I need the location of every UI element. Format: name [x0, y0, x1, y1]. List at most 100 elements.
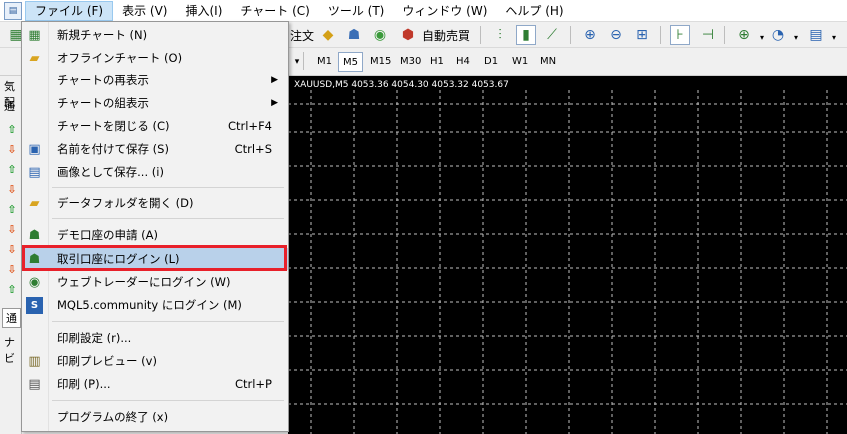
menu-item-label: 印刷プレビュー (v) — [57, 354, 157, 368]
autotrade-icon[interactable]: ⬢ — [398, 25, 418, 45]
arrow-down-icon: ⇩ — [7, 263, 17, 276]
menu-item-print[interactable]: ▤ 印刷 (P)... Ctrl+P — [22, 373, 288, 395]
menu-view[interactable]: 表示 (V) — [113, 1, 176, 21]
chart-window[interactable]: XAUUSD,M5 4053.36 4054.30 4053.32 4053.6… — [288, 76, 847, 434]
menu-item-label: チャートの組表示 — [57, 96, 149, 110]
menu-item-label: オフラインチャート (O) — [57, 51, 183, 65]
timeframe-h4[interactable]: H4 — [452, 52, 474, 72]
menu-item-shortcut: Ctrl+S — [234, 142, 272, 156]
timeframe-m15[interactable]: M15 — [366, 52, 395, 72]
menu-item-new-chart[interactable]: ▦ 新規チャート (N) — [22, 24, 288, 46]
menu-item-print-preview[interactable]: ▥ 印刷プレビュー (v) — [22, 350, 288, 372]
menu-item-label: 画像として保存... (i) — [57, 165, 164, 179]
autotrade-button-label[interactable]: 自動売買 — [422, 27, 470, 44]
arrow-down-icon: ⇩ — [7, 223, 17, 236]
timeframe-mn[interactable]: MN — [536, 52, 560, 72]
line-chart-icon[interactable]: ⟋ — [542, 25, 562, 45]
save-icon: ▣ — [28, 142, 41, 157]
new-chart-icon: ▦ — [28, 28, 41, 43]
arrow-down-icon: ⇩ — [7, 143, 17, 156]
file-menu-dropdown: ▦ 新規チャート (N) ▰ オフラインチャート (O) チャートの再表示 ▶ … — [21, 21, 289, 432]
tab-symbols[interactable]: 通 — [2, 308, 21, 328]
navigator-title: ナビ — [4, 336, 15, 365]
arrow-down-icon: ⇩ — [7, 243, 17, 256]
menu-window[interactable]: ウィンドウ (W) — [393, 1, 496, 21]
print-preview-icon: ▥ — [28, 354, 41, 369]
clock-icon[interactable]: ◔ — [768, 25, 788, 45]
candlestick-icon[interactable]: ▮ — [516, 25, 536, 45]
menu-separator — [52, 187, 284, 188]
submenu-arrow-icon: ▶ — [271, 75, 278, 85]
app-icon[interactable]: ▤ — [4, 1, 22, 20]
menu-item-shortcut: Ctrl+F4 — [227, 119, 272, 133]
menu-item-label: チャートを閉じる (C) — [57, 119, 170, 133]
timeframe-m1[interactable]: M1 — [313, 52, 336, 72]
menu-item-label: データフォルダを開く (D) — [57, 196, 194, 210]
market-watch-panel: 気配 通 ⇧ ⇩ ⇧ ⇩ ⇧ ⇩ ⇩ ⇩ ⇧ 通 ナビ — [0, 76, 22, 434]
menu-tools[interactable]: ツール (T) — [319, 1, 394, 21]
submenu-arrow-icon: ▶ — [271, 98, 278, 108]
menu-item-login-webtrader[interactable]: ◉ ウェブトレーダーにログイン (W) — [22, 271, 288, 293]
menu-separator — [52, 321, 284, 322]
menu-item-reopen-chart[interactable]: チャートの再表示 ▶ — [22, 69, 288, 91]
menu-item-login-trading-account[interactable]: ☗ 取引口座にログイン (L) — [22, 248, 288, 270]
menu-item-label: ウェブトレーダーにログイン (W) — [57, 275, 231, 289]
menu-chart[interactable]: チャート (C) — [231, 1, 318, 21]
menu-item-open-data-folder[interactable]: ▰ データフォルダを開く (D) — [22, 192, 288, 214]
zoom-out-icon[interactable]: ⊖ — [606, 25, 626, 45]
person-icon[interactable]: ☗ — [344, 25, 364, 45]
menu-item-chart-set[interactable]: チャートの組表示 ▶ — [22, 92, 288, 114]
signal-icon[interactable]: ◉ — [370, 25, 390, 45]
menu-item-label: デモ口座の申請 (A) — [57, 228, 158, 242]
tag-icon[interactable]: ◆ — [318, 25, 338, 45]
chart-shift-icon[interactable]: ⊣ — [698, 25, 718, 45]
menu-item-close-chart[interactable]: チャートを閉じる (C) Ctrl+F4 — [22, 115, 288, 137]
arrow-up-icon: ⇧ — [7, 163, 17, 176]
menu-item-save-as[interactable]: ▣ 名前を付けて保存 (S) Ctrl+S — [22, 138, 288, 160]
menu-item-label: MQL5.community にログイン (M) — [57, 298, 242, 312]
menu-item-demo-account[interactable]: ☗ デモ口座の申請 (A) — [22, 224, 288, 246]
autoscroll-icon[interactable]: ⊦ — [670, 25, 690, 45]
arrow-up-icon: ⇧ — [7, 203, 17, 216]
menu-item-label: 新規チャート (N) — [57, 28, 148, 42]
menu-item-label: 取引口座にログイン (L) — [57, 252, 180, 266]
folder-open-icon: ▰ — [29, 51, 40, 66]
menu-item-offline-chart[interactable]: ▰ オフラインチャート (O) — [22, 47, 288, 69]
menu-item-shortcut: Ctrl+P — [234, 377, 272, 391]
print-icon: ▤ — [28, 377, 41, 392]
demo-account-icon: ☗ — [28, 228, 41, 243]
chart-symbol-header: XAUUSD,M5 4053.36 4054.30 4053.32 4053.6… — [294, 80, 509, 90]
menu-item-login-mql5[interactable]: S MQL5.community にログイン (M) — [22, 294, 288, 316]
chevron-down-icon[interactable]: ▾ — [824, 27, 844, 47]
menu-item-label: チャートの再表示 — [57, 73, 149, 87]
timeframe-m5[interactable]: M5 — [338, 52, 363, 72]
arrow-down-icon: ⇩ — [7, 183, 17, 196]
timeframe-m30[interactable]: M30 — [396, 52, 425, 72]
timeframe-d1[interactable]: D1 — [480, 52, 502, 72]
timeframe-w1[interactable]: W1 — [508, 52, 532, 72]
order-button-label[interactable]: 注文 — [290, 27, 314, 44]
webtrader-icon: ◉ — [28, 275, 41, 290]
menu-help[interactable]: ヘルプ (H) — [496, 1, 572, 21]
arrow-up-icon: ⇧ — [7, 283, 17, 296]
menu-separator — [52, 400, 284, 401]
chart-grid — [288, 90, 847, 434]
tile-windows-icon[interactable]: ⊞ — [632, 25, 652, 45]
menu-item-exit[interactable]: プログラムの終了 (x) — [22, 406, 288, 428]
chevron-down-icon[interactable]: ▾ — [287, 52, 307, 72]
menu-item-save-image[interactable]: ▤ 画像として保存... (i) — [22, 161, 288, 183]
menu-item-label: プログラムの終了 (x) — [57, 410, 169, 424]
menu-insert[interactable]: 挿入(I) — [176, 1, 231, 21]
market-watch-column-header: 通 — [4, 100, 15, 113]
save-image-icon: ▤ — [28, 165, 41, 180]
menu-file[interactable]: ファイル (F) — [25, 0, 114, 21]
chevron-down-icon[interactable]: ▾ — [786, 27, 806, 47]
timeframe-h1[interactable]: H1 — [426, 52, 448, 72]
bar-chart-icon[interactable]: ⫶ — [490, 25, 510, 45]
zoom-in-icon[interactable]: ⊕ — [580, 25, 600, 45]
templates-icon[interactable]: ▤ — [806, 25, 826, 45]
folder-icon: ▰ — [29, 196, 40, 211]
menu-item-label: 印刷設定 (r)... — [57, 331, 132, 345]
indicators-icon[interactable]: ⊕ — [734, 25, 754, 45]
menu-item-print-setup[interactable]: 印刷設定 (r)... — [22, 327, 288, 349]
